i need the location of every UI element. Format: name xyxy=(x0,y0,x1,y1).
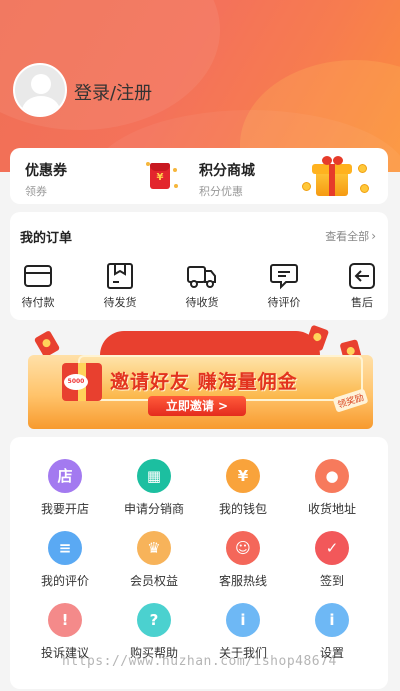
gift-box-icon[interactable] xyxy=(302,156,372,198)
avatar[interactable] xyxy=(13,63,67,117)
service-address[interactable]: ● 收货地址 xyxy=(291,459,373,517)
comment-icon xyxy=(270,264,298,290)
login-register-link[interactable]: 登录/注册 xyxy=(74,79,152,105)
coupon-subtitle: 领券 xyxy=(25,185,47,198)
service-checkin[interactable]: ✓ 签到 xyxy=(291,531,373,589)
service-label: 会员权益 xyxy=(129,574,178,588)
service-hotline[interactable]: ☺ 客服热线 xyxy=(202,531,284,589)
orders-title: 我的订单 xyxy=(20,231,73,246)
orders-card: 我的订单 查看全部 › 待付款 待发货 待收货 待评价 售后 xyxy=(10,212,388,320)
service-settings[interactable]: i 设置 xyxy=(291,603,373,661)
coupon-title: 优惠券 xyxy=(25,163,67,179)
order-label: 售后 xyxy=(351,296,373,309)
order-label: 待评价 xyxy=(267,296,301,309)
order-pending-payment[interactable]: 待付款 xyxy=(10,262,68,310)
coupon-entry[interactable]: 优惠券 领券 xyxy=(25,160,67,199)
service-about-us[interactable]: i 关于我们 xyxy=(202,603,284,661)
package-icon xyxy=(107,263,133,289)
promo-card: 优惠券 领券 ¥ 积分商城 积分优惠 xyxy=(10,148,388,204)
service-label: 我的评价 xyxy=(40,574,89,588)
building-icon: ▦ xyxy=(137,459,171,493)
service-label: 客服热线 xyxy=(218,574,267,588)
order-pending-shipment[interactable]: 待发货 xyxy=(90,262,150,310)
order-after-sales[interactable]: 售后 xyxy=(332,262,388,310)
calendar-icon: ✓ xyxy=(315,531,349,565)
banner-headline: 邀请好友 赚海量佣金 xyxy=(110,371,298,393)
service-member-benefits[interactable]: ♛ 会员权益 xyxy=(113,531,195,589)
order-label: 待付款 xyxy=(21,296,55,309)
wallet-yen-icon: ¥ xyxy=(226,459,260,493)
services-card: 店 我要开店 ▦ 申请分销商 ¥ 我的钱包 ● 收货地址 ≡ 我的评价 ♛ 会员… xyxy=(10,437,388,689)
order-label: 待发货 xyxy=(103,296,137,309)
service-open-store[interactable]: 店 我要开店 xyxy=(24,459,106,517)
points-mall-title: 积分商城 xyxy=(199,163,255,179)
service-label: 收货地址 xyxy=(307,502,356,516)
service-feedback[interactable]: ! 投诉建议 xyxy=(24,603,106,661)
service-my-reviews[interactable]: ≡ 我的评价 xyxy=(24,531,106,589)
service-label: 我要开店 xyxy=(40,502,89,516)
service-label: 签到 xyxy=(319,574,344,588)
warning-icon: ! xyxy=(48,603,82,637)
service-label: 我的钱包 xyxy=(218,502,267,516)
service-purchase-help[interactable]: ? 购买帮助 xyxy=(113,603,195,661)
return-icon xyxy=(349,263,375,289)
headset-icon: ☺ xyxy=(226,531,260,565)
service-my-wallet[interactable]: ¥ 我的钱包 xyxy=(202,459,284,517)
info-icon: i xyxy=(315,603,349,637)
red-envelope-icon[interactable]: ¥ xyxy=(146,160,178,192)
crown-icon: ♛ xyxy=(137,531,171,565)
view-all-orders-link[interactable]: 查看全部 › xyxy=(325,228,376,244)
service-label: 申请分销商 xyxy=(123,502,184,516)
order-pending-receipt[interactable]: 待收货 xyxy=(172,262,232,310)
invite-banner[interactable]: 5000 邀请好友 赚海量佣金 立即邀请 > 领奖励 xyxy=(28,324,373,429)
document-icon: ≡ xyxy=(48,531,82,565)
invite-now-button[interactable]: 立即邀请 > xyxy=(148,396,246,416)
question-icon: ? xyxy=(137,603,171,637)
points-mall-entry[interactable]: 积分商城 积分优惠 xyxy=(199,160,255,199)
watermark-text: https://www.huzhan.com/ishop48674 xyxy=(62,654,337,669)
coin-badge: 5000 xyxy=(64,374,88,390)
store-icon: 店 xyxy=(48,459,82,493)
view-all-label: 查看全部 xyxy=(325,230,370,243)
banner-arch xyxy=(100,331,320,355)
chevron-right-icon: › xyxy=(371,229,376,243)
truck-icon xyxy=(187,266,216,288)
wallet-icon xyxy=(24,265,52,287)
service-apply-distributor[interactable]: ▦ 申请分销商 xyxy=(113,459,195,517)
order-label: 待收货 xyxy=(185,296,219,309)
info-icon: i xyxy=(226,603,260,637)
red-envelope-decoration-icon xyxy=(33,329,61,359)
points-mall-subtitle: 积分优惠 xyxy=(199,185,243,198)
location-icon: ● xyxy=(315,459,349,493)
order-pending-review[interactable]: 待评价 xyxy=(254,262,314,310)
